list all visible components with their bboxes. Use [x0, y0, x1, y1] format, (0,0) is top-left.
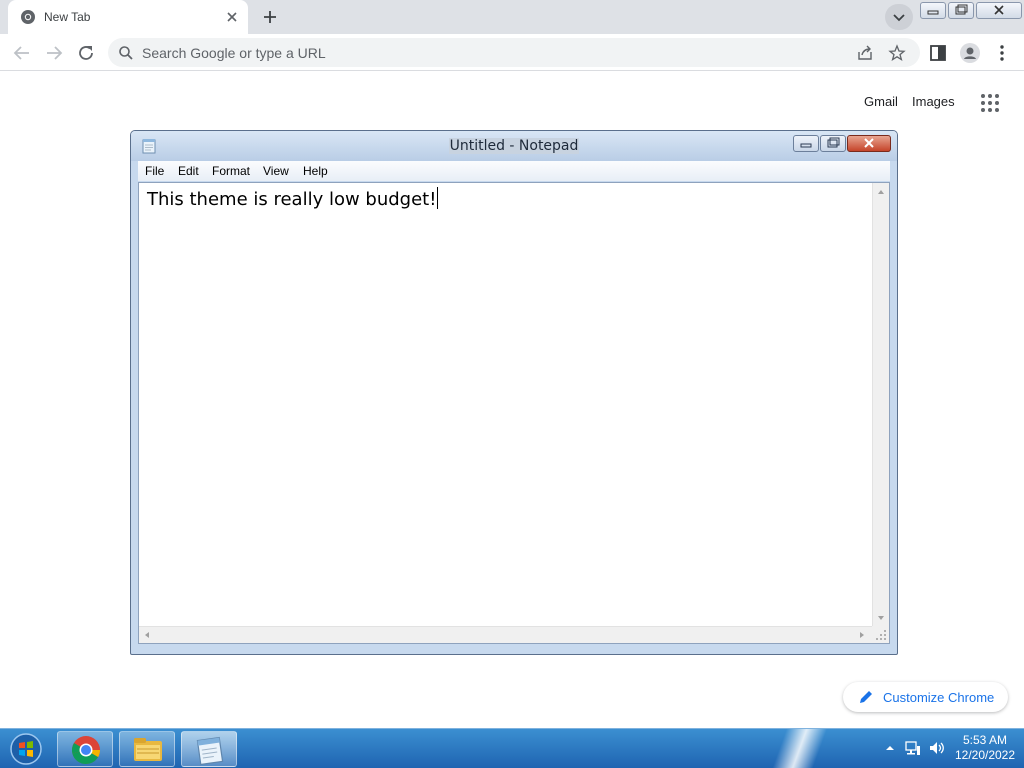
bookmark-star-icon[interactable] — [888, 44, 906, 62]
omnibox[interactable]: Search Google or type a URL — [108, 38, 920, 67]
restore-icon — [827, 137, 840, 148]
window-controls — [920, 2, 1024, 20]
menu-view[interactable]: View — [263, 164, 289, 178]
menu-help[interactable]: Help — [303, 164, 328, 178]
chrome-icon — [71, 736, 100, 765]
browser-toolbar: Search Google or type a URL — [0, 34, 1024, 71]
close-window-button[interactable] — [976, 2, 1022, 19]
menu-edit[interactable]: Edit — [178, 164, 199, 178]
back-icon[interactable] — [10, 41, 34, 65]
search-icon — [119, 46, 133, 60]
notepad-menubar: File Edit Format View Help — [138, 161, 890, 181]
vertical-scrollbar[interactable] — [872, 183, 889, 627]
system-tray: 5:53 AM 12/20/2022 — [880, 729, 1024, 768]
side-panel-icon[interactable] — [926, 41, 950, 65]
close-tab-icon[interactable] — [224, 9, 240, 25]
restore-icon — [955, 4, 968, 15]
taskbar-glare — [760, 729, 840, 768]
minimize-icon — [927, 10, 939, 15]
customize-chrome-button[interactable]: Customize Chrome — [843, 682, 1008, 712]
tab-title: New Tab — [44, 10, 91, 24]
notepad-window-controls — [793, 135, 892, 153]
notepad-content-text: This theme is really low budget! — [147, 189, 437, 210]
taskbar: 5:53 AM 12/20/2022 — [0, 728, 1024, 768]
tab-search-button[interactable] — [885, 4, 913, 30]
notepad-minimize-button[interactable] — [793, 135, 819, 152]
clock-time: 5:53 AM — [962, 733, 1008, 747]
text-caret — [437, 187, 439, 209]
minimize-button[interactable] — [920, 2, 946, 19]
new-tab-button[interactable] — [256, 4, 284, 30]
minimize-icon — [800, 143, 812, 148]
notepad-close-button[interactable] — [847, 135, 891, 152]
notepad-title-text: Untitled - Notepad — [448, 138, 580, 154]
resize-grip[interactable] — [872, 626, 889, 643]
taskbar-explorer-button[interactable] — [119, 731, 175, 767]
chrome-favicon-icon — [21, 10, 35, 24]
scroll-up-arrow-icon[interactable] — [876, 188, 886, 196]
taskbar-chrome-button[interactable] — [57, 731, 113, 767]
tab-strip: New Tab — [0, 0, 1024, 34]
pencil-icon — [860, 691, 872, 703]
clock-date: 12/20/2022 — [954, 748, 1016, 762]
file-explorer-icon — [134, 738, 162, 761]
scroll-down-arrow-icon[interactable] — [876, 614, 886, 622]
notepad-window: Untitled - Notepad File Edit Format View… — [130, 130, 898, 655]
show-hidden-icons-icon[interactable] — [884, 743, 896, 753]
customize-chrome-label: Customize Chrome — [883, 690, 995, 705]
taskbar-clock[interactable]: 5:53 AM 12/20/2022 — [950, 733, 1020, 763]
forward-icon[interactable] — [42, 41, 66, 65]
close-icon — [994, 5, 1004, 15]
notepad-text-area[interactable]: This theme is really low budget! — [138, 182, 890, 644]
gmail-link[interactable]: Gmail — [864, 94, 898, 109]
notepad-content: This theme is really low budget! — [147, 187, 439, 210]
notepad-icon — [196, 736, 224, 766]
close-icon — [864, 138, 874, 148]
horizontal-scrollbar[interactable] — [139, 626, 872, 643]
google-apps-icon[interactable] — [980, 93, 1000, 113]
taskbar-notepad-button[interactable] — [181, 731, 237, 767]
scroll-right-arrow-icon[interactable] — [858, 630, 866, 640]
notepad-titlebar[interactable]: Untitled - Notepad — [131, 131, 897, 161]
start-button-icon[interactable] — [6, 732, 46, 766]
images-link[interactable]: Images — [912, 94, 955, 109]
restore-button[interactable] — [948, 2, 974, 19]
volume-icon[interactable] — [928, 739, 946, 757]
profile-avatar-icon[interactable] — [958, 41, 982, 65]
resize-grip-icon — [876, 630, 886, 640]
menu-kebab-icon[interactable] — [990, 41, 1014, 65]
menu-format[interactable]: Format — [212, 164, 250, 178]
notepad-title: Untitled - Notepad — [131, 138, 897, 154]
scroll-left-arrow-icon[interactable] — [143, 630, 151, 640]
omnibox-placeholder: Search Google or type a URL — [142, 45, 326, 61]
menu-file[interactable]: File — [145, 164, 164, 178]
share-icon[interactable] — [856, 44, 874, 62]
notepad-restore-button[interactable] — [820, 135, 846, 152]
reload-icon[interactable] — [74, 41, 98, 65]
network-icon[interactable] — [904, 739, 922, 757]
tab-new-tab[interactable]: New Tab — [8, 0, 248, 34]
